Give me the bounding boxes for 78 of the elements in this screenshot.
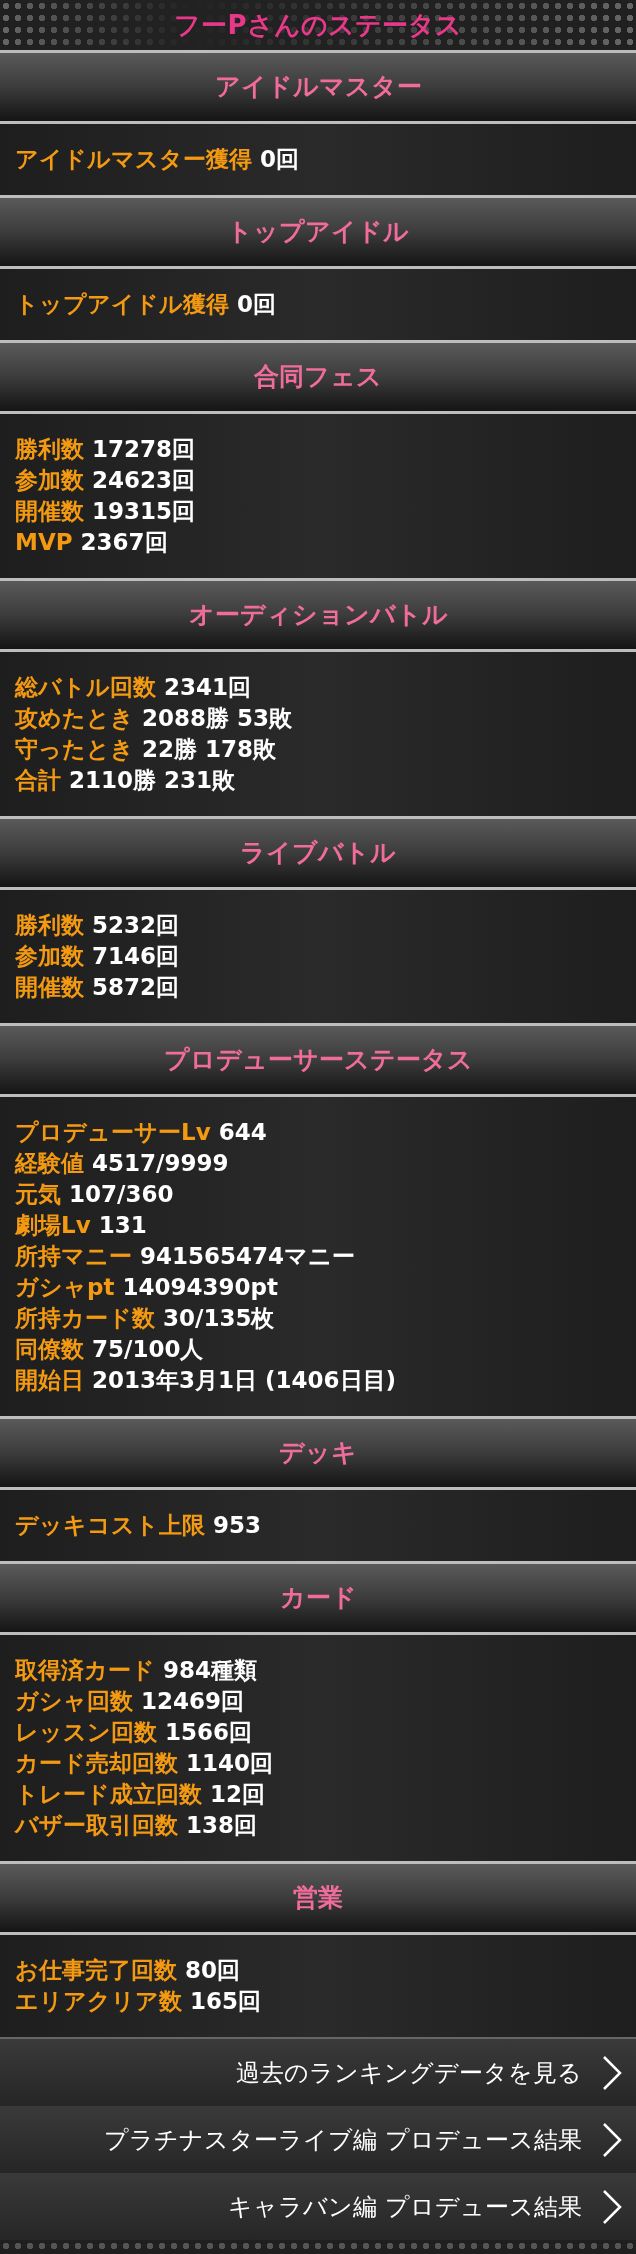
stat-label: 勝利数 bbox=[15, 911, 84, 941]
stat-value: 2110勝 231敗 bbox=[69, 766, 236, 796]
stat-value: 138回 bbox=[186, 1811, 257, 1841]
stat-label: 合計 bbox=[15, 766, 61, 796]
stat-value: 4517/9999 bbox=[92, 1149, 229, 1179]
stat-label: バザー取引回数 bbox=[15, 1811, 178, 1841]
stat-value: 12回 bbox=[210, 1780, 265, 1810]
stat-label: カード売却回数 bbox=[15, 1749, 178, 1779]
stat-value: 80回 bbox=[185, 1956, 240, 1986]
stat-label: 所持カード数 bbox=[15, 1304, 155, 1334]
chevron-right-icon bbox=[602, 2188, 622, 2225]
stat-value: 24623回 bbox=[92, 466, 196, 496]
section-title: 合同フェス bbox=[254, 361, 382, 394]
stat-value: 75/100人 bbox=[92, 1335, 204, 1365]
stat-label: プロデューサーLv bbox=[15, 1118, 211, 1148]
section-title: 営業 bbox=[293, 1882, 343, 1915]
stat-value: 7146回 bbox=[92, 942, 179, 972]
stat-value: 2367回 bbox=[80, 528, 168, 558]
section-title: オーディションバトル bbox=[188, 599, 448, 632]
section-title: カード bbox=[279, 1582, 357, 1615]
stat-label: ガシャpt bbox=[15, 1273, 115, 1303]
stat-value: 2013年3月1日 (1406日目) bbox=[92, 1366, 397, 1396]
section-title: ライブバトル bbox=[240, 837, 396, 870]
stat-label: アイドルマスター獲得 bbox=[15, 145, 252, 175]
stat-label: 参加数 bbox=[15, 942, 84, 972]
stat-value: 131 bbox=[98, 1211, 147, 1241]
stat-label: 勝利数 bbox=[15, 435, 84, 465]
menu-link[interactable]: プラチナスターライブ編 プロデュース結果 bbox=[0, 2106, 636, 2173]
menu-link[interactable]: キャラバン編 プロデュース結果 bbox=[0, 2173, 636, 2240]
stat-value: 984種類 bbox=[163, 1656, 257, 1686]
stat-label: デッキコスト上限 bbox=[15, 1511, 205, 1541]
stat-label: トップアイドル獲得 bbox=[15, 290, 229, 320]
section-title: トップアイドル bbox=[227, 216, 409, 249]
stat-value: 2341回 bbox=[164, 673, 251, 703]
stat-label: 開催数 bbox=[15, 973, 84, 1003]
stat-value: 953 bbox=[213, 1511, 261, 1541]
section-title: アイドルマスター bbox=[214, 71, 422, 104]
stat-value: 0回 bbox=[237, 290, 276, 320]
menu-link[interactable]: 過去のランキングデータを見る bbox=[0, 2039, 636, 2106]
stat-value: 644 bbox=[218, 1118, 267, 1148]
page-title: フーPさんのステータス bbox=[174, 8, 462, 42]
stat-label: お仕事完了回数 bbox=[15, 1956, 177, 1986]
section-title: プロデューサーステータス bbox=[163, 1044, 473, 1077]
section-title: デッキ bbox=[279, 1437, 357, 1470]
stat-value: 2088勝 53敗 bbox=[142, 704, 293, 734]
stat-label: 取得済カード bbox=[15, 1656, 155, 1686]
stat-label: 所持マニー bbox=[15, 1242, 132, 1272]
stat-label: 攻めたとき bbox=[15, 704, 134, 734]
stat-value: 941565474マニー bbox=[140, 1242, 356, 1272]
stat-label: 参加数 bbox=[15, 466, 84, 496]
stat-value: 14094390pt bbox=[122, 1273, 278, 1303]
stat-label: 元気 bbox=[15, 1180, 61, 1210]
stat-label: 総バトル回数 bbox=[15, 673, 156, 703]
stat-label: MVP bbox=[15, 528, 73, 558]
stat-value: 12469回 bbox=[141, 1687, 245, 1717]
stat-value: 22勝 178敗 bbox=[142, 735, 277, 765]
stat-label: エリアクリア数 bbox=[15, 1987, 182, 2017]
stat-value: 5232回 bbox=[92, 911, 179, 941]
stat-label: 守ったとき bbox=[15, 735, 134, 765]
stat-value: 1566回 bbox=[165, 1718, 252, 1748]
chevron-right-icon bbox=[602, 2121, 622, 2158]
stat-value: 5872回 bbox=[92, 973, 179, 1003]
stat-label: 開始日 bbox=[15, 1366, 84, 1396]
stat-value: 107/360 bbox=[69, 1180, 174, 1210]
stat-label: 劇場Lv bbox=[15, 1211, 91, 1241]
stat-label: トレード成立回数 bbox=[15, 1780, 202, 1810]
stat-value: 0回 bbox=[260, 145, 299, 175]
stat-value: 17278回 bbox=[92, 435, 196, 465]
stat-value: 19315回 bbox=[92, 497, 196, 527]
stat-label: レッスン回数 bbox=[15, 1718, 157, 1748]
stat-label: ガシャ回数 bbox=[15, 1687, 133, 1717]
stat-label: 経験値 bbox=[15, 1149, 84, 1179]
stat-value: 165回 bbox=[190, 1987, 261, 2017]
stat-label: 同僚数 bbox=[15, 1335, 84, 1365]
stat-label: 開催数 bbox=[15, 497, 84, 527]
chevron-right-icon bbox=[602, 2054, 622, 2091]
stat-value: 1140回 bbox=[186, 1749, 273, 1779]
stat-value: 30/135枚 bbox=[163, 1304, 275, 1334]
